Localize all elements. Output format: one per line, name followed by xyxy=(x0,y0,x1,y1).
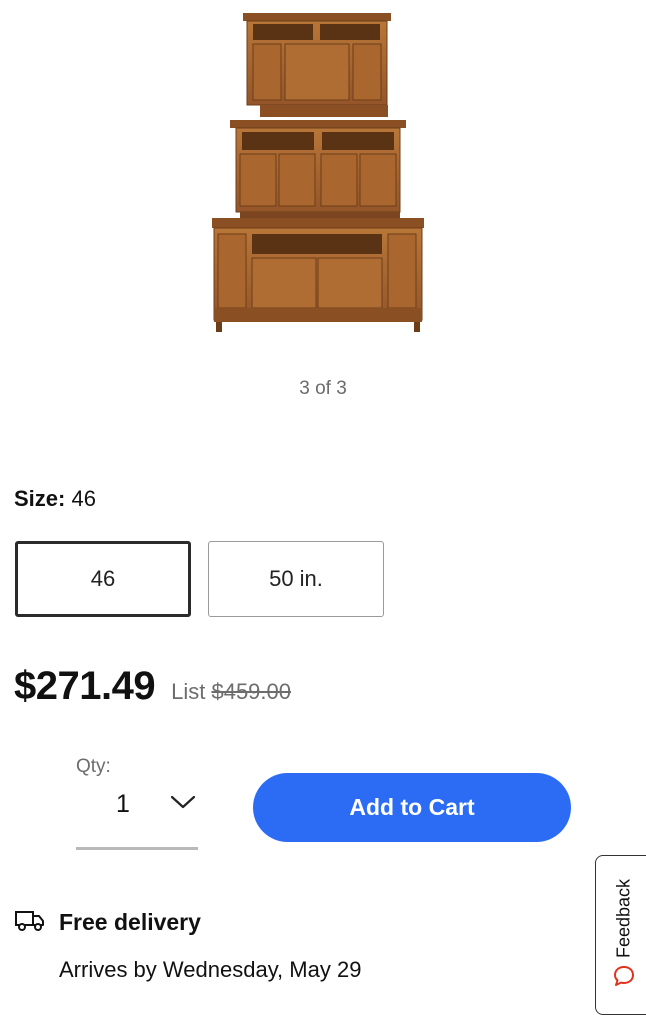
feedback-tab[interactable]: Feedback xyxy=(595,855,646,1015)
size-option-46[interactable]: 46 xyxy=(15,541,191,617)
chevron-down-icon xyxy=(170,795,196,809)
product-image[interactable] xyxy=(200,8,440,338)
size-selected-value: 46 xyxy=(71,486,96,511)
truck-icon xyxy=(15,911,44,931)
delivery-title: Free delivery xyxy=(59,909,201,935)
image-pager: 3 of 3 xyxy=(299,378,347,399)
add-to-cart-button[interactable]: Add to Cart xyxy=(253,773,571,842)
quantity-dropdown[interactable]: 1 xyxy=(76,780,198,850)
list-price-label: List xyxy=(171,679,206,704)
quantity-label: Qty: xyxy=(76,756,111,777)
delivery-arrival-date: Arrives by Wednesday, May 29 xyxy=(59,957,362,982)
quantity-value: 1 xyxy=(116,790,130,818)
speech-bubble-icon xyxy=(614,966,634,986)
current-price: $271.49 xyxy=(14,664,156,708)
size-selection-label: Size: 46 xyxy=(14,486,96,512)
list-price: List $459.00 xyxy=(171,679,291,705)
size-option-50-in[interactable]: 50 in. xyxy=(208,541,384,617)
list-price-value: $459.00 xyxy=(211,679,291,704)
size-label-text: Size: xyxy=(14,486,66,511)
feedback-label: Feedback xyxy=(613,878,634,959)
price-row: $271.49 List $459.00 xyxy=(14,664,291,709)
